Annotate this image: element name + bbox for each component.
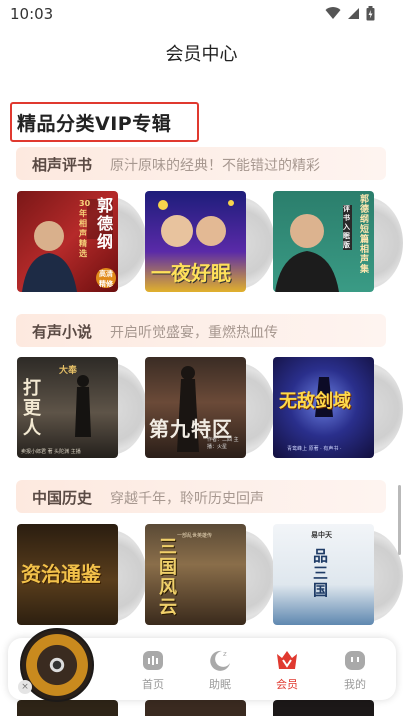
status-bar: 10:03 [0, 0, 403, 30]
album-badge: 高清精修 [96, 268, 116, 288]
album-cover: 无敌剑域 青鸾峰上 原著 · 有声书 · [273, 357, 374, 458]
album-card[interactable]: 郭德纲 30年相声精选 高清精修 [17, 191, 147, 295]
mini-player-disc-icon [20, 628, 94, 702]
album-top-label: 大奉 [59, 366, 78, 376]
section-heading: 精品分类VIP专辑 [17, 113, 172, 135]
person-illustration [275, 214, 339, 292]
wifi-icon [325, 7, 341, 20]
home-icon [143, 651, 163, 670]
tab-label: 会员 [276, 678, 298, 691]
category-banner-history[interactable]: 中国历史 穿越千年，聆听历史回声 [16, 480, 386, 513]
tab-sleep[interactable]: z 助眠 [196, 648, 244, 692]
album-title: 品三国 [313, 547, 329, 599]
tab-vip[interactable]: 会员 [263, 648, 311, 692]
album-cover: 一部乱世英雄传 三国风云 [145, 524, 246, 625]
album-cover: 一夜好眠 [145, 191, 246, 292]
album-cover: 郭德纲 30年相声精选 高清精修 [17, 191, 118, 292]
album-card[interactable]: 一部乱世英雄传 三国风云 [145, 524, 275, 628]
mini-player-close-icon[interactable]: × [18, 680, 32, 694]
album-subtitle: 30年相声精选 [79, 199, 91, 258]
category-name: 相声评书 [32, 156, 93, 174]
album-card[interactable]: 资治通鉴 [17, 524, 147, 628]
album-cover: 资治通鉴 [17, 524, 118, 625]
album-cover-peek [273, 700, 374, 716]
vip-crown-icon [277, 651, 297, 669]
album-subtitle: 评书入眠版 [343, 205, 352, 250]
album-subtitle: 青鸾峰上 原著 · 有声书 · [287, 446, 342, 452]
category-banner-crosstalk[interactable]: 相声评书 原汁原味的经典！不能错过的精彩 [16, 147, 386, 180]
album-subtitle: 一部乱世英雄传 [177, 533, 213, 539]
album-card[interactable]: 郭德纲短篇相声集 评书入眠版 [273, 191, 403, 295]
album-card[interactable]: 无敌剑域 青鸾峰上 原著 · 有声书 · [273, 357, 403, 461]
status-time: 10:03 [10, 5, 54, 23]
mini-player[interactable]: × [18, 626, 98, 706]
album-card[interactable]: 大奉 打更人 卖报小郎君 著 头陀渊 主播 [17, 357, 147, 461]
tab-label: 首页 [142, 678, 164, 691]
sleep-moon-icon: z [210, 650, 230, 671]
page-title: 会员中心 [165, 44, 238, 65]
signal-icon [348, 8, 359, 19]
battery-icon [366, 6, 375, 21]
album-title: 一夜好眠 [151, 261, 231, 285]
album-title: 郭德纲短篇相声集 [360, 195, 370, 275]
scrollbar[interactable] [398, 485, 401, 555]
category-name: 有声小说 [32, 323, 93, 341]
category-name: 中国历史 [32, 489, 93, 507]
status-icons [325, 6, 375, 21]
tab-home[interactable]: 首页 [129, 648, 177, 692]
tab-profile[interactable]: 我的 [331, 648, 379, 692]
album-title: 打更人 [23, 378, 41, 439]
album-cover: 郭德纲短篇相声集 评书入眠版 [273, 191, 374, 292]
tab-label: 助眠 [209, 678, 231, 691]
category-desc: 开启听觉盛宴，重燃热血传 [110, 325, 278, 341]
profile-icon [345, 651, 365, 670]
album-card[interactable]: 第九特区 作者：二四 主播：火星 [145, 357, 275, 461]
album-title: 无敌剑域 [279, 391, 351, 412]
album-card[interactable]: 易中天 品三国 [273, 524, 403, 628]
tab-label: 我的 [344, 678, 366, 691]
album-cover: 第九特区 作者：二四 主播：火星 [145, 357, 246, 458]
album-title: 三国风云 [159, 537, 177, 618]
album-subtitle: 卖报小郎君 著 头陀渊 主播 [21, 449, 81, 455]
svg-text:z: z [223, 650, 227, 658]
album-cover-peek [145, 700, 246, 716]
album-top-label: 易中天 [311, 531, 332, 539]
album-title: 郭德纲 [97, 196, 114, 251]
category-desc: 原汁原味的经典！不能错过的精彩 [110, 158, 320, 174]
album-cover: 大奉 打更人 卖报小郎君 著 头陀渊 主播 [17, 357, 118, 458]
album-title: 资治通鉴 [21, 562, 101, 586]
album-card[interactable]: 一夜好眠 [145, 191, 275, 295]
album-cover: 易中天 品三国 [273, 524, 374, 625]
album-subtitle: 作者：二四 主播：火星 [207, 437, 239, 450]
category-desc: 穿越千年，聆听历史回声 [110, 491, 264, 507]
category-banner-audiobook[interactable]: 有声小说 开启听觉盛宴，重燃热血传 [16, 314, 386, 347]
